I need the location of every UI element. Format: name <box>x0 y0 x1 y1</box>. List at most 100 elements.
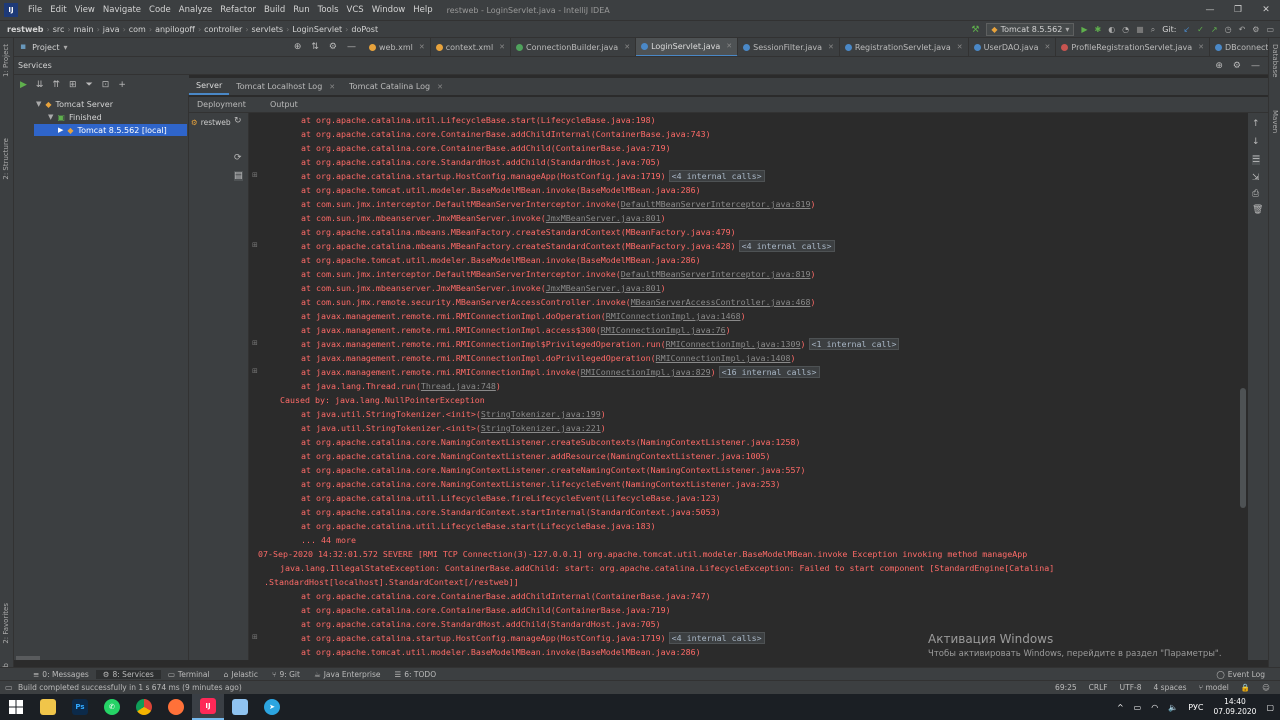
tree-node-tomcat-server[interactable]: ▼ ◆ Tomcat Server <box>36 98 113 110</box>
menu-item[interactable]: Code <box>145 5 175 15</box>
internal-calls-badge[interactable]: <4 internal calls> <box>668 170 765 182</box>
menu-item[interactable]: Build <box>260 5 289 15</box>
close-tab-icon[interactable]: ✕ <box>1045 43 1051 51</box>
source-link[interactable]: RMIConnectionImpl.java:1468 <box>606 311 741 321</box>
taskbar-chrome[interactable] <box>128 694 160 720</box>
taskbar-intellij[interactable]: IJ <box>192 694 224 720</box>
breadcrumb-item[interactable]: controller <box>201 25 245 34</box>
tool-window-button[interactable]: ⚙ 8: Services <box>95 669 161 679</box>
git-history-icon[interactable]: ◷ <box>1225 25 1232 34</box>
taskbar-telegram[interactable]: ➤ <box>256 694 288 720</box>
taskbar-firefox[interactable] <box>160 694 192 720</box>
taskbar-whatsapp[interactable]: ✆ <box>96 694 128 720</box>
coverage-icon[interactable]: ◐ <box>1108 25 1115 34</box>
source-link[interactable]: RMIConnectionImpl.java:76 <box>601 325 726 335</box>
close-tab-icon[interactable]: ✕ <box>419 43 425 51</box>
breadcrumb-item[interactable]: LoginServlet <box>289 25 345 34</box>
source-link[interactable]: RMIConnectionImpl.java:1309 <box>666 339 801 349</box>
start-button[interactable] <box>0 694 32 720</box>
editor-tab[interactable]: SessionFilter.java ✕ <box>738 38 840 56</box>
console-scrollbar-thumb[interactable] <box>1240 388 1246 508</box>
menu-item[interactable]: VCS <box>343 5 368 15</box>
redeploy-icon[interactable]: ↻ <box>234 116 242 126</box>
breadcrumb-item[interactable]: anpilogoff <box>152 25 198 34</box>
menu-item[interactable]: Tools <box>314 5 343 15</box>
project-tool-tab[interactable]: 1: Project <box>2 44 10 77</box>
breadcrumb-item[interactable]: doPost <box>348 25 381 34</box>
close-tab-icon[interactable]: ✕ <box>499 43 505 51</box>
menu-item[interactable]: Run <box>289 5 313 15</box>
scroll-to-end-icon[interactable]: ⇲ <box>1252 173 1260 183</box>
add-icon[interactable]: + <box>118 80 126 90</box>
hide-icon[interactable]: — <box>1251 61 1260 71</box>
profile-icon[interactable]: ◔ <box>1122 25 1129 34</box>
editor-tab[interactable]: RegistrationServlet.java ✕ <box>840 38 969 56</box>
close-icon[interactable]: ✕ <box>1252 0 1280 20</box>
internal-calls-badge[interactable]: <4 internal calls> <box>668 632 765 644</box>
source-link[interactable]: RMIConnectionImpl.java:829 <box>581 367 711 377</box>
trash-icon[interactable]: 🗑 <box>1252 205 1263 215</box>
chevron-up-icon[interactable]: ^ <box>1117 703 1124 712</box>
scroll-down-icon[interactable]: ↓ <box>1252 137 1260 147</box>
breadcrumb-item[interactable]: restweb <box>4 25 47 34</box>
editor-tab[interactable]: ProfileRegistrationServlet.java ✕ <box>1056 38 1211 56</box>
fold-icon[interactable]: ⊞ <box>252 241 258 249</box>
clock[interactable]: 14:40 07.09.2020 <box>1213 697 1256 717</box>
console-output[interactable]: at org.apache.catalina.util.LifecycleBas… <box>250 113 1238 660</box>
console-icon[interactable]: ▤ <box>234 171 243 181</box>
menu-item[interactable]: Refactor <box>216 5 260 15</box>
maven-tool-tab[interactable]: Maven <box>1271 110 1279 133</box>
menu-item[interactable]: View <box>71 5 99 15</box>
close-tab-icon[interactable]: ✕ <box>1198 43 1204 51</box>
stop-icon[interactable]: ■ <box>1136 25 1144 34</box>
fold-icon[interactable]: ⊞ <box>252 171 258 179</box>
vcs-branch[interactable]: ⑂ model <box>1199 683 1229 692</box>
menu-item[interactable]: Window <box>368 5 410 15</box>
print-icon[interactable]: ⎙ <box>1252 189 1259 199</box>
editor-tab[interactable]: LoginServlet.java ✕ <box>636 38 739 56</box>
editor-tab[interactable]: UserDAO.java ✕ <box>969 38 1057 56</box>
layout-icon[interactable]: ⊡ <box>102 80 110 90</box>
refresh-icon[interactable]: ⟳ <box>234 153 242 163</box>
editor-tab[interactable]: DBconnector.java✕ <box>1210 38 1268 56</box>
tool-window-button[interactable]: ⌂ Jelastic <box>217 670 265 679</box>
breadcrumb-item[interactable]: java <box>100 25 123 34</box>
git-commit-icon[interactable]: ✓ <box>1197 25 1204 34</box>
language-indicator[interactable]: РУС <box>1188 703 1203 712</box>
breadcrumb-item[interactable]: com <box>126 25 149 34</box>
debug-icon[interactable]: ✱ <box>1094 25 1101 34</box>
close-tab-icon[interactable]: ✕ <box>828 43 834 51</box>
fold-icon[interactable]: ⊞ <box>252 367 258 375</box>
structure-tool-tab[interactable]: 2: Structure <box>2 138 10 180</box>
internal-calls-badge[interactable]: <4 internal calls> <box>738 240 835 252</box>
volume-icon[interactable]: 🔈 <box>1168 703 1178 712</box>
source-link[interactable]: JmxMBeanServer.java:801 <box>546 213 661 223</box>
favorites-tool-tab[interactable]: 2: Favorites <box>2 603 10 644</box>
tool-window-button[interactable]: ▭ Terminal <box>161 670 217 679</box>
inspector-icon[interactable]: ☺ <box>1262 683 1270 692</box>
maximize-icon[interactable]: ❐ <box>1224 0 1252 20</box>
source-link[interactable]: JmxMBeanServer.java:801 <box>546 283 661 293</box>
source-link[interactable]: Thread.java:748 <box>421 381 496 391</box>
database-tool-tab[interactable]: Database <box>1271 44 1279 77</box>
menu-item[interactable]: File <box>24 5 46 15</box>
editor-tab[interactable]: ConnectionBuilder.java ✕ <box>511 38 637 56</box>
gear-icon[interactable]: ⚙ <box>329 42 337 52</box>
git-push-icon[interactable]: ↗ <box>1211 25 1218 34</box>
lock-icon[interactable]: 🔒 <box>1241 683 1250 692</box>
editor-tab[interactable]: context.xml ✕ <box>431 38 512 56</box>
gear-icon[interactable]: ⚙ <box>1233 61 1241 71</box>
service-subtab[interactable]: Tomcat Localhost Log ✕ <box>229 78 342 95</box>
close-tab-icon[interactable]: ✕ <box>624 43 630 51</box>
group-icon[interactable]: ⊞ <box>69 80 77 90</box>
source-link[interactable]: StringTokenizer.java:199 <box>481 409 601 419</box>
tool-window-button[interactable]: ☕ Java Enterprise <box>307 670 388 679</box>
menu-item[interactable]: Help <box>409 5 436 15</box>
tree-node-tomcat-local[interactable]: ▶ ◆ Tomcat 8.5.562 [local] <box>34 124 187 136</box>
expand-all-icon[interactable]: ⇊ <box>36 80 44 90</box>
taskbar-photoshop[interactable]: Ps <box>64 694 96 720</box>
source-link[interactable]: DefaultMBeanServerInterceptor.java:819 <box>621 199 811 209</box>
fold-icon[interactable]: ⊞ <box>252 633 258 641</box>
menu-item[interactable]: Analyze <box>175 5 217 15</box>
file-encoding[interactable]: UTF-8 <box>1120 683 1142 692</box>
